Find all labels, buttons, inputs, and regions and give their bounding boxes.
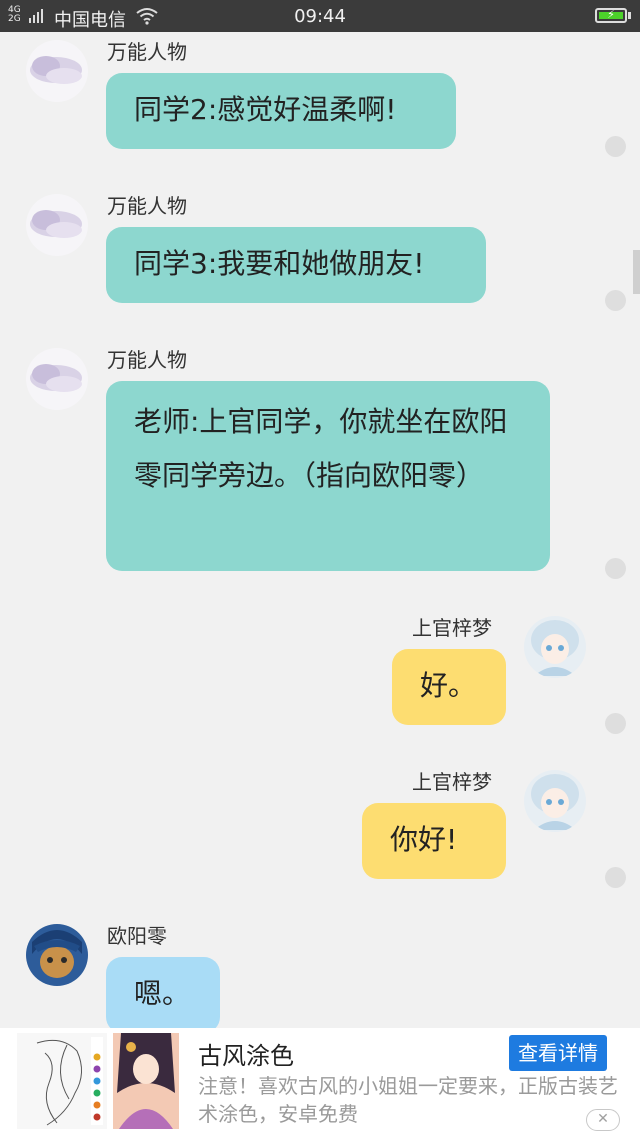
- ancient-girl-illustration-icon: [113, 1031, 179, 1129]
- ad-image-colored[interactable]: [113, 1031, 179, 1129]
- cloud-avatar-icon: [26, 194, 88, 256]
- avatar-wanneng[interactable]: [26, 348, 88, 410]
- ad-banner[interactable]: 古风涂色 查看详情 注意！喜欢古风的小姐姐一定要来，正版古装艺术涂色，安卓免费 …: [0, 1028, 640, 1138]
- scrollbar[interactable]: [633, 250, 640, 294]
- message-bubble[interactable]: 你好!: [362, 803, 506, 879]
- message-status-dot: [605, 136, 626, 157]
- message-status-dot: [605, 713, 626, 734]
- sender-name: 上官梓梦: [412, 770, 492, 794]
- avatar-ouyang[interactable]: [26, 924, 88, 986]
- sender-name: 上官梓梦: [412, 616, 492, 640]
- message-bubble[interactable]: 嗯。: [106, 957, 220, 1033]
- sender-name: 万能人物: [107, 194, 187, 218]
- anime-girl-avatar-icon: [524, 770, 586, 832]
- coloring-sketch-icon: [17, 1033, 107, 1129]
- message-bubble[interactable]: 同学3:我要和她做朋友!: [106, 227, 486, 303]
- message-bubble[interactable]: 老师:上官同学，你就坐在欧阳零同学旁边。（指向欧阳零）: [106, 381, 550, 571]
- message-bubble[interactable]: 同学2:感觉好温柔啊!: [106, 73, 456, 149]
- message-status-dot: [605, 290, 626, 311]
- message-bubble[interactable]: 好。: [392, 649, 506, 725]
- battery-charging-icon: ⚡: [595, 8, 627, 23]
- close-icon[interactable]: ✕: [586, 1109, 620, 1131]
- anime-boy-avatar-icon: [26, 924, 88, 986]
- message-status-dot: [605, 867, 626, 888]
- sender-name: 万能人物: [107, 40, 187, 64]
- cloud-avatar-icon: [26, 40, 88, 102]
- clock: 09:44: [294, 6, 346, 27]
- avatar-shangguan[interactable]: [524, 770, 586, 832]
- status-bar: 4G 2G 中国电信 09:44 ⚡: [0, 0, 640, 32]
- ad-title[interactable]: 古风涂色: [198, 1036, 294, 1071]
- avatar-shangguan[interactable]: [524, 616, 586, 678]
- anime-girl-avatar-icon: [524, 616, 586, 678]
- sender-name: 万能人物: [107, 348, 187, 372]
- avatar-wanneng[interactable]: [26, 194, 88, 256]
- battery-tip: [628, 12, 631, 19]
- cloud-avatar-icon: [26, 348, 88, 410]
- view-details-button[interactable]: 查看详情: [509, 1035, 607, 1071]
- avatar-wanneng[interactable]: [26, 40, 88, 102]
- sender-name: 欧阳零: [107, 924, 167, 948]
- message-status-dot: [605, 558, 626, 579]
- ad-description[interactable]: 注意！喜欢古风的小姐姐一定要来，正版古装艺术涂色，安卓免费: [198, 1072, 618, 1128]
- ad-image-sketch[interactable]: [17, 1033, 107, 1129]
